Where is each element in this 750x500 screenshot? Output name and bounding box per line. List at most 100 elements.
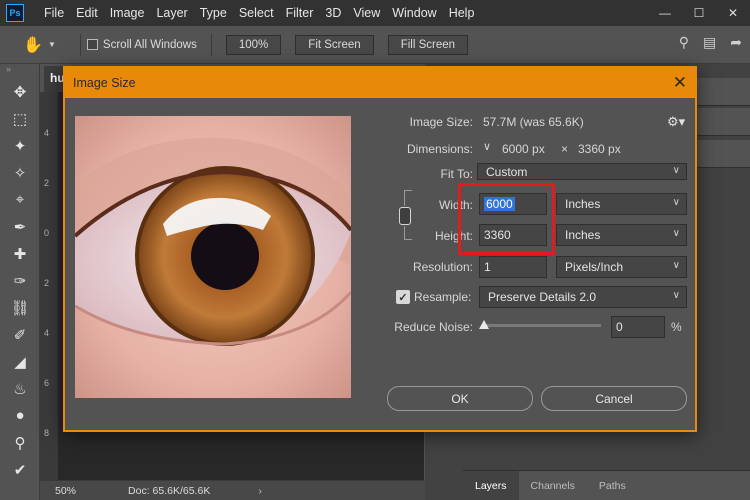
fill-screen-button[interactable]: Fill Screen <box>387 34 469 55</box>
menu-type[interactable]: Type <box>194 6 233 20</box>
menu-bar: Ps File Edit Image Layer Type Select Fil… <box>0 0 750 26</box>
chevron-down-icon: ∨ <box>672 290 680 301</box>
maximize-icon[interactable]: ☐ <box>682 0 716 26</box>
chevron-down-icon[interactable]: ▼ <box>48 40 56 49</box>
resolution-input[interactable]: 1 <box>479 256 547 278</box>
lasso-tool-icon[interactable]: ✦ <box>0 132 40 159</box>
divider <box>79 33 81 56</box>
history-brush-tool-icon[interactable]: ✐ <box>0 321 40 348</box>
fit-screen-button[interactable]: Fit Screen <box>295 34 374 55</box>
menu-help[interactable]: Help <box>443 6 481 20</box>
close-icon[interactable]: ✕ <box>673 73 687 93</box>
share-icon[interactable]: ➦ <box>730 34 742 51</box>
reduce-noise-input[interactable]: 0 <box>611 316 665 338</box>
resolution-label: Resolution: <box>412 260 473 274</box>
ruler-mark: 6 <box>44 378 50 388</box>
magic-wand-tool-icon[interactable]: ✧ <box>0 159 40 186</box>
eye-preview-image <box>75 116 351 398</box>
crop-tool-icon[interactable]: ⌖ <box>0 186 40 213</box>
eyedropper-tool-icon[interactable]: ✒ <box>0 213 40 240</box>
window-controls: — ☐ ✕ <box>648 0 750 26</box>
healing-brush-tool-icon[interactable]: ✚ <box>0 240 40 267</box>
resolution-unit: Pixels/Inch <box>565 260 624 274</box>
eraser-tool-icon[interactable]: ◢ <box>0 348 40 375</box>
dialog-title-bar[interactable]: Image Size ✕ <box>65 68 695 98</box>
blur-tool-icon[interactable]: ● <box>0 402 40 429</box>
fit-to-label: Fit To: <box>440 167 473 181</box>
move-tool-icon[interactable]: ✥ <box>0 78 40 105</box>
paint-bucket-tool-icon[interactable]: ♨ <box>0 375 40 402</box>
zoom-level[interactable]: 50% <box>55 485 76 497</box>
divider <box>210 33 212 56</box>
dimensions-height: 3360 px <box>578 142 621 156</box>
workspace-icon[interactable]: ▤ <box>703 34 716 51</box>
search-icon[interactable]: ⚲ <box>679 34 689 51</box>
dodge-tool-icon[interactable]: ⚲ <box>0 429 40 456</box>
menu-layer[interactable]: Layer <box>150 6 193 20</box>
hand-tool-icon[interactable]: ✋ <box>22 35 44 55</box>
scroll-all-label: Scroll All Windows <box>102 38 197 51</box>
resolution-unit-select[interactable]: Pixels/Inch ∨ <box>556 256 687 278</box>
chevron-down-icon[interactable]: ∨ <box>483 140 491 153</box>
brush-tool-icon[interactable]: ✑ <box>0 267 40 294</box>
status-bar: 50% Doc: 65.6K/65.6K › <box>40 480 425 500</box>
menu-filter[interactable]: Filter <box>280 6 320 20</box>
tab-layers[interactable]: Layers <box>463 471 519 500</box>
menu-window[interactable]: Window <box>386 6 442 20</box>
app-logo: Ps <box>6 4 24 22</box>
height-unit-select[interactable]: Inches ∨ <box>556 224 687 246</box>
minimize-icon[interactable]: — <box>648 0 682 26</box>
chevron-right-icon[interactable]: › <box>258 485 262 497</box>
pen-tool-icon[interactable]: ✔ <box>0 456 40 483</box>
ruler-mark: 4 <box>44 128 50 138</box>
ruler-mark: 8 <box>44 428 50 438</box>
height-unit: Inches <box>565 228 601 242</box>
reduce-noise-slider-thumb[interactable] <box>479 320 489 329</box>
width-label: Width: <box>438 198 473 212</box>
doc-info: Doc: 65.6K/65.6K <box>128 484 211 497</box>
fit-to-select[interactable]: Custom ∨ <box>477 163 687 180</box>
marquee-tool-icon[interactable]: ⬚ <box>0 105 40 132</box>
ruler-mark: 2 <box>44 178 50 188</box>
ruler-mark: 0 <box>44 228 50 238</box>
image-size-value: 57.7M (was 65.6K) <box>483 115 584 129</box>
collapse-icon[interactable]: » <box>0 64 39 78</box>
dialog-title: Image Size <box>73 76 136 90</box>
ok-button[interactable]: OK <box>387 386 533 411</box>
scroll-all-checkbox[interactable] <box>86 39 98 50</box>
dimensions-times: × <box>561 142 569 156</box>
chevron-down-icon: ∨ <box>672 197 680 208</box>
resample-checkbox[interactable]: ✓ <box>396 290 410 304</box>
chevron-down-icon: ∨ <box>672 228 680 239</box>
tools-panel: » ✥ ⬚ ✦ ✧ ⌖ ✒ ✚ ✑ ⛓ ✐ ◢ ♨ ● ⚲ ✔ <box>0 64 40 500</box>
resample-value: Preserve Details 2.0 <box>488 290 597 304</box>
resolution-value: 1 <box>484 260 491 274</box>
zoom-100-button[interactable]: 100% <box>225 34 282 55</box>
chevron-down-icon: ∨ <box>672 165 680 176</box>
menu-select[interactable]: Select <box>233 6 280 20</box>
ruler-mark: 4 <box>44 328 50 338</box>
menu-view[interactable]: View <box>347 6 386 20</box>
tab-channels[interactable]: Channels <box>519 471 587 500</box>
menu-image[interactable]: Image <box>104 6 151 20</box>
options-right: ⚲ ▤ ➦ <box>679 34 742 51</box>
highlight-box <box>458 183 555 255</box>
stamp-tool-icon[interactable]: ⛓ <box>0 294 40 321</box>
cancel-button[interactable]: Cancel <box>541 386 687 411</box>
menu-edit[interactable]: Edit <box>70 6 104 20</box>
resample-method-select[interactable]: Preserve Details 2.0 ∨ <box>479 286 687 308</box>
fit-to-value: Custom <box>486 164 528 179</box>
chevron-down-icon: ∨ <box>672 260 680 271</box>
gear-icon[interactable]: ⚙▾ <box>667 114 685 130</box>
dimensions-width: 6000 px <box>502 142 545 156</box>
menu-file[interactable]: File <box>38 6 70 20</box>
menu-3d[interactable]: 3D <box>319 6 347 20</box>
vertical-ruler: 4 2 0 2 4 6 8 <box>40 92 58 480</box>
close-icon[interactable]: ✕ <box>716 0 750 26</box>
width-unit-select[interactable]: Inches ∨ <box>556 193 687 215</box>
reduce-noise-value: 0 <box>616 320 623 334</box>
reduce-noise-slider[interactable] <box>483 324 601 327</box>
image-size-label: Image Size: <box>409 115 473 129</box>
tab-paths[interactable]: Paths <box>587 471 638 500</box>
image-preview[interactable] <box>75 116 351 398</box>
